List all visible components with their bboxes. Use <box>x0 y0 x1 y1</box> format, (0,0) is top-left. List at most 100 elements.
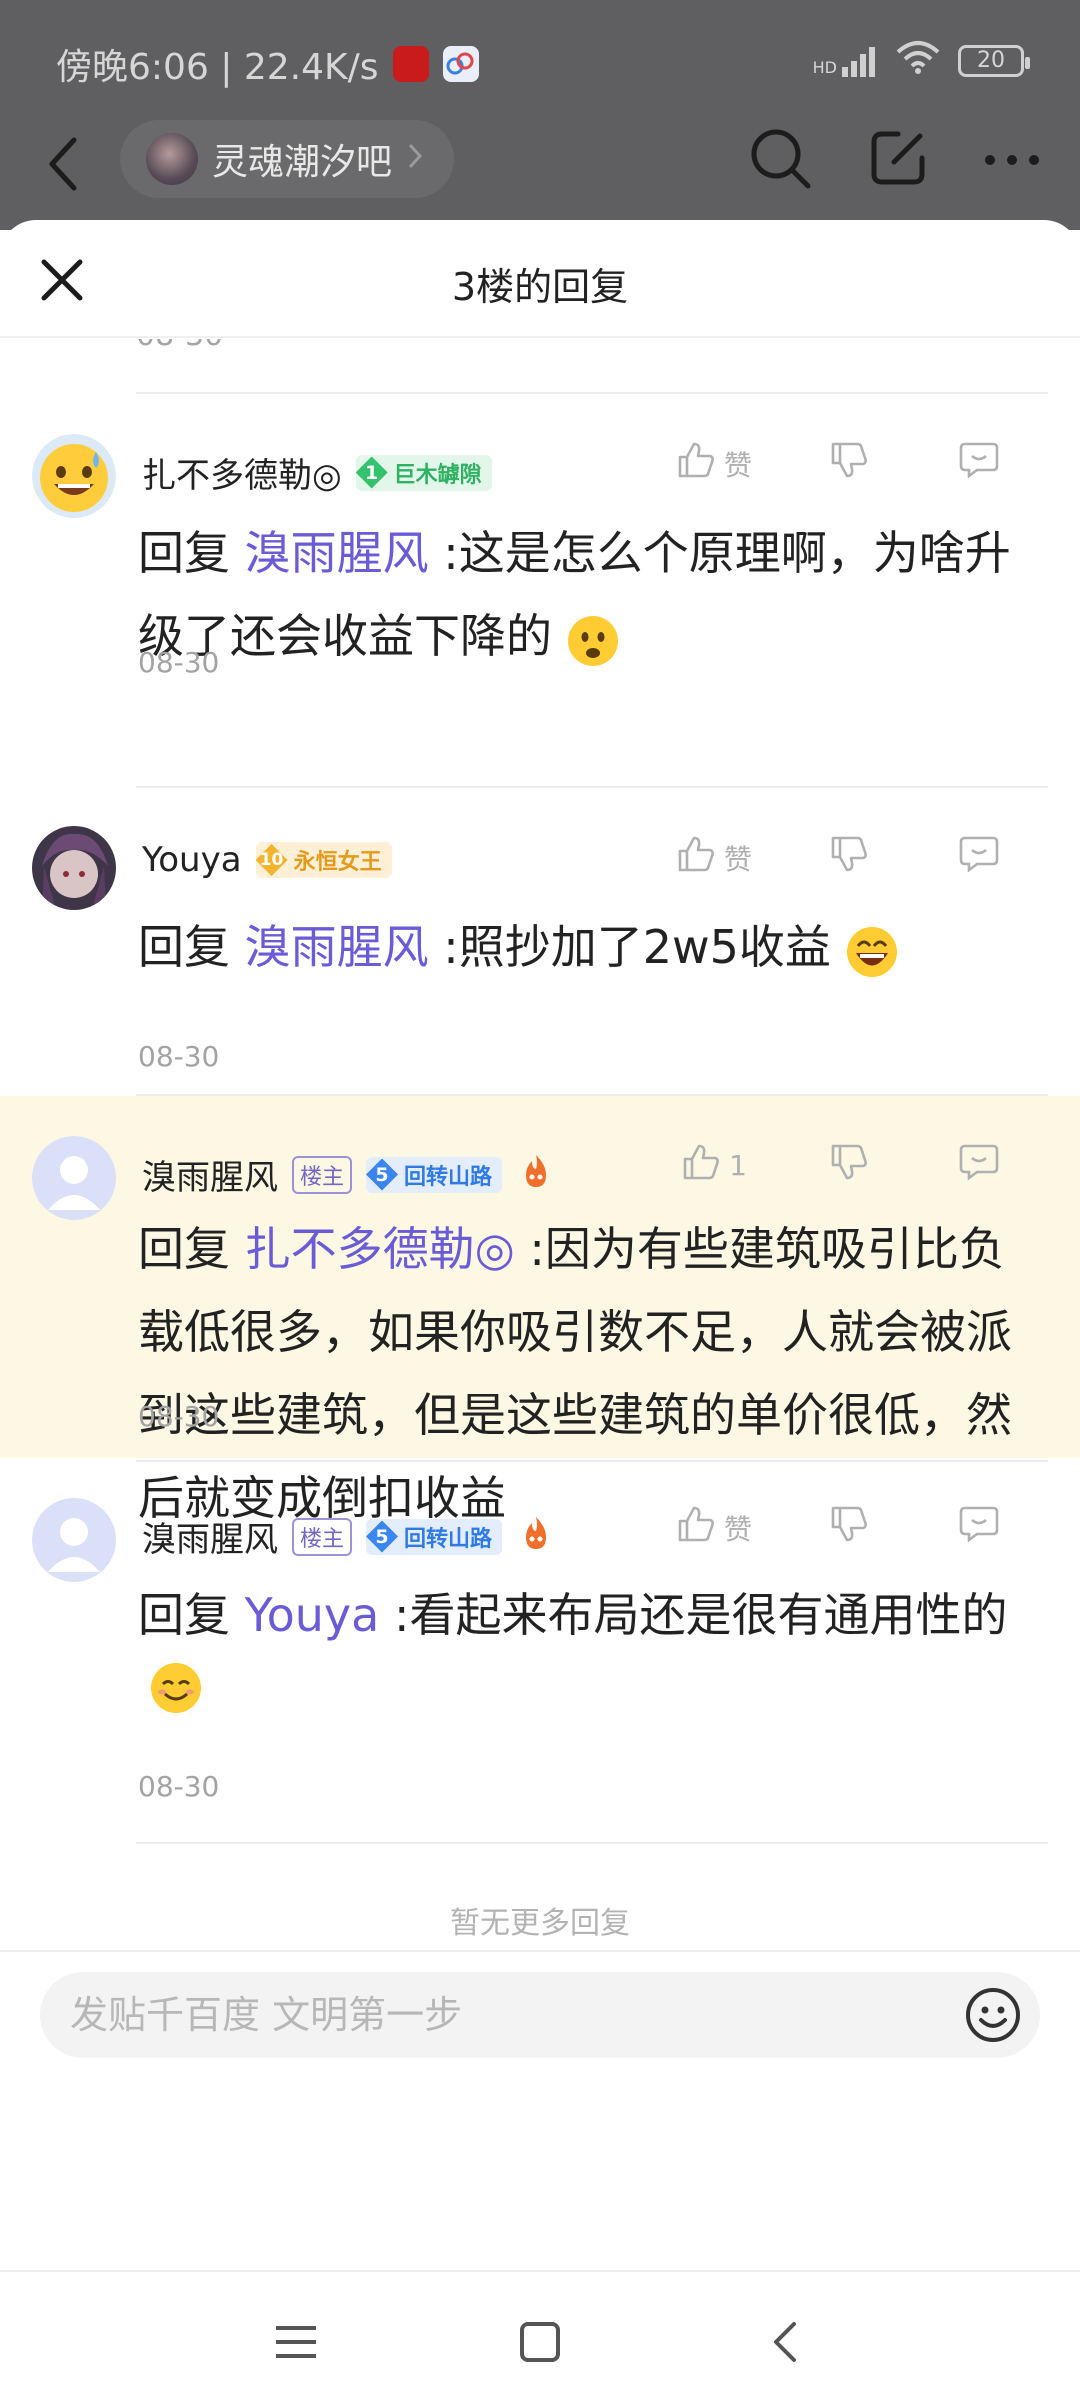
divider <box>136 1842 1048 1844</box>
level-badge: 10 永恒女王 <box>255 842 392 878</box>
forum-chip[interactable]: 灵魂潮汐吧 <box>120 120 455 198</box>
frowning-face-emoji-icon <box>567 610 619 666</box>
thumbs-down-icon <box>829 1142 869 1189</box>
thumbs-down-icon <box>829 834 869 881</box>
comment-bubble-icon <box>957 440 1001 487</box>
chevron-right-icon <box>406 139 424 180</box>
avatar[interactable] <box>32 1498 116 1582</box>
forum-nav-bar: 灵魂潮汐吧 <box>0 120 1080 220</box>
level-title: 回转山路 <box>404 1526 493 1552</box>
home-square-icon[interactable] <box>510 2312 570 2372</box>
like-label: 赞 <box>723 842 752 876</box>
reply-item: 溴雨腥风 楼主 5 回转山路 赞 回复 Youya:看起来布局还是很有通用性的… <box>0 1462 1080 1842</box>
dislike-button[interactable] <box>784 1504 914 1551</box>
status-bar: 傍晚6:06 | 22.4K/s HD 20 <box>0 0 1080 120</box>
search-icon[interactable] <box>748 126 812 194</box>
grinning-face-emoji-icon <box>846 921 898 977</box>
reply-item: 扎不多德勒◎ 1 巨木罅隙 赞 回复 溴雨腥风 :这是怎么个原理啊，为啥升级了还… <box>0 394 1080 786</box>
reply-input-bar <box>0 1950 1080 2080</box>
forum-name: 灵魂潮汐吧 <box>212 142 393 183</box>
level-number: 5 <box>366 1158 399 1191</box>
status-time-speed: 傍晚6:06 | 22.4K/s <box>56 47 379 88</box>
dislike-button[interactable] <box>784 440 914 487</box>
dislike-button[interactable] <box>784 834 914 881</box>
thumbs-up-icon <box>676 834 716 881</box>
thumbs-up-icon <box>676 440 716 487</box>
battery-indicator: 20 <box>958 44 1030 77</box>
reply-date: 08-30 <box>138 646 220 679</box>
level-badge: 5 回转山路 <box>366 1156 503 1193</box>
avatar[interactable] <box>32 434 116 518</box>
cloud-app-icon <box>442 46 479 82</box>
back-arrow-icon[interactable] <box>44 132 104 212</box>
comment-bubble-icon <box>957 1504 1001 1551</box>
background-page: 傍晚6:06 | 22.4K/s HD 20 灵魂潮汐吧 <box>0 0 1080 230</box>
wifi-icon <box>896 40 940 81</box>
like-button[interactable]: 赞 <box>644 834 784 881</box>
level-number: 10 <box>255 844 288 876</box>
like-label: 赞 <box>723 448 752 482</box>
reply-date: 08-30 <box>138 1040 220 1073</box>
thumbs-down-icon <box>829 440 869 487</box>
username[interactable]: 扎不多德勒◎ <box>142 448 342 497</box>
op-tag: 楼主 <box>292 1517 353 1556</box>
like-label: 赞 <box>723 1512 752 1546</box>
more-options-icon[interactable] <box>984 151 1040 170</box>
app-notification-icon <box>392 46 429 82</box>
flame-badge-icon <box>518 1153 554 1196</box>
comment-button[interactable] <box>914 1142 1044 1189</box>
level-number: 5 <box>366 1520 399 1553</box>
username[interactable]: 溴雨腥风 <box>142 1512 278 1561</box>
level-title: 回转山路 <box>404 1164 493 1190</box>
op-tag: 楼主 <box>292 1155 353 1194</box>
system-back-icon[interactable] <box>756 2312 816 2372</box>
comment-bubble-icon <box>957 834 1001 881</box>
sheet-header: 3楼的回复 <box>0 220 1080 338</box>
reply-input[interactable] <box>70 1972 950 2058</box>
thumbs-up-icon <box>681 1142 721 1189</box>
avatar[interactable] <box>32 826 116 910</box>
comment-button[interactable] <box>914 834 1044 881</box>
replies-sheet: 3楼的回复 08-30 扎不多德勒◎ 1 巨木罅隙 赞 回复 溴雨腥风:这是怎… <box>0 220 1080 2400</box>
reply-input-container[interactable] <box>40 1972 1040 2058</box>
like-count: 1 <box>729 1149 747 1182</box>
level-badge: 5 回转山路 <box>366 1518 503 1555</box>
no-more-replies-text: 暂无更多回复 <box>450 1906 630 1941</box>
thumbs-down-icon <box>829 1504 869 1551</box>
thumbs-up-icon <box>676 1504 716 1551</box>
reply-target-link[interactable]: Youya <box>245 1588 380 1642</box>
level-title: 永恒女王 <box>293 850 382 875</box>
reply-target-link[interactable]: 溴雨腥风 <box>245 526 429 580</box>
flame-badge-icon <box>518 1515 554 1558</box>
level-badge: 1 巨木罅隙 <box>355 454 492 491</box>
reply-target-link[interactable]: 扎不多德勒◎ <box>245 1222 515 1276</box>
menu-icon[interactable] <box>266 2312 326 2372</box>
comment-button[interactable] <box>914 440 1044 487</box>
forum-avatar <box>146 133 198 185</box>
reply-text: 回复 Youya :看起来布局还是很有通用性的 <box>138 1574 1050 1713</box>
sheet-title: 3楼的回复 <box>451 265 629 309</box>
like-button[interactable]: 赞 <box>644 440 784 487</box>
reply-item: Youya 10 永恒女王 赞 回复 溴雨腥风 :照抄加了2w5收益 08-30 <box>0 788 1080 1096</box>
dislike-button[interactable] <box>784 1142 914 1189</box>
reply-text: 回复 溴雨腥风 :这是怎么个原理啊，为啥升级了还会收益下降的 <box>138 512 1050 678</box>
username[interactable]: 溴雨腥风 <box>142 1150 278 1199</box>
like-button[interactable]: 1 <box>644 1142 784 1189</box>
reply-target-link[interactable]: 溴雨腥风 <box>245 920 429 974</box>
level-number: 1 <box>355 456 388 489</box>
reply-date: 08-30 <box>138 1400 220 1433</box>
like-button[interactable]: 赞 <box>644 1504 784 1551</box>
reply-text: 回复 溴雨腥风 :照抄加了2w5收益 <box>138 906 1050 989</box>
edit-post-icon[interactable] <box>868 128 928 192</box>
reply-item-highlighted: 溴雨腥风 楼主 5 回转山路 1 回复 扎不多德勒◎:因为有些建筑吸引比负载低… <box>0 1096 1080 1525</box>
username[interactable]: Youya <box>142 840 242 880</box>
emoji-picker-icon[interactable] <box>964 1986 1022 2044</box>
smiling-face-emoji-icon <box>150 1657 202 1713</box>
comment-bubble-icon <box>957 1142 1001 1189</box>
level-title: 巨木罅隙 <box>393 462 482 488</box>
avatar[interactable] <box>32 1136 116 1220</box>
reply-date: 08-30 <box>138 1770 220 1803</box>
comment-button[interactable] <box>914 1504 1044 1551</box>
hd-signal-icon: HD <box>813 45 878 77</box>
system-navigation-bar <box>0 2270 1080 2400</box>
